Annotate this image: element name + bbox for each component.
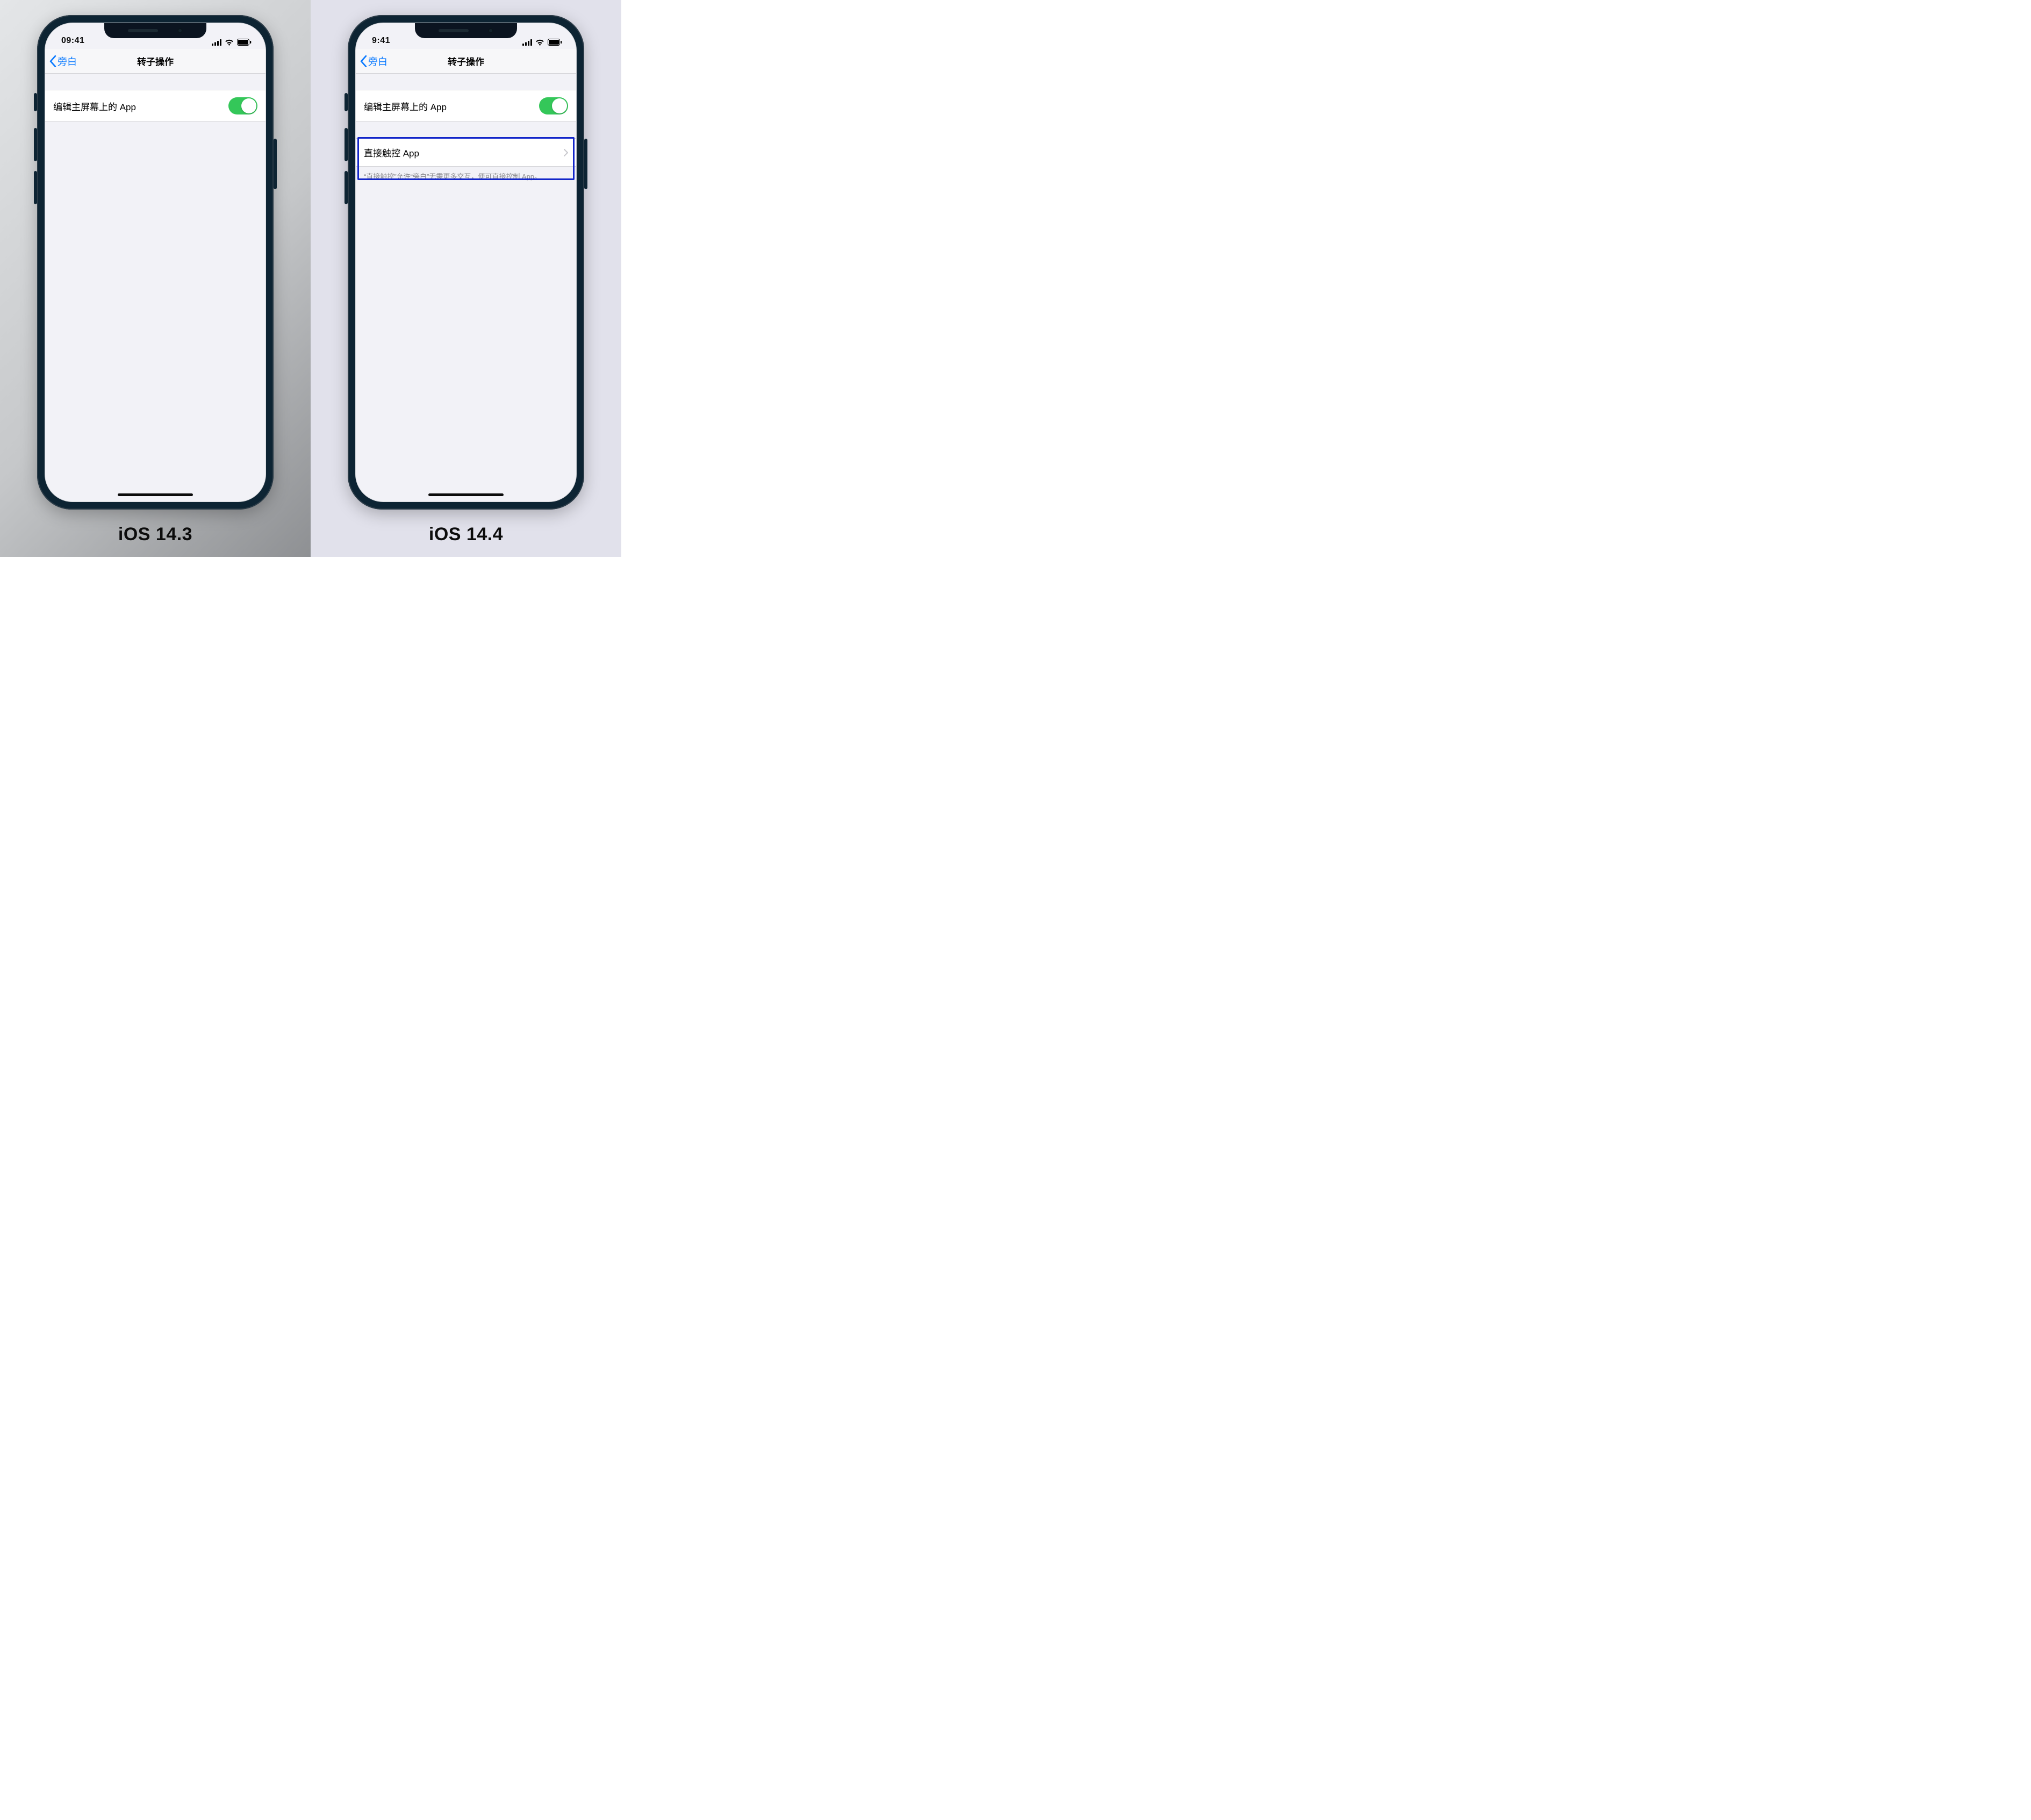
toggle-edit-home-apps[interactable] — [539, 97, 568, 114]
phone-frame: 09:41 — [37, 15, 274, 510]
panel-caption: iOS 14.3 — [0, 524, 311, 545]
nav-title: 转子操作 — [45, 54, 265, 68]
screen: 09:41 — [45, 23, 266, 502]
section-spacer — [356, 122, 576, 138]
speaker-grill — [439, 29, 469, 32]
cell-edit-home-apps[interactable]: 编辑主屏幕上的 App — [45, 90, 265, 122]
home-indicator[interactable] — [428, 493, 504, 496]
volume-down-button — [34, 171, 37, 204]
nav-bar: 旁白 转子操作 — [45, 49, 265, 74]
cell-label: 编辑主屏幕上的 App — [364, 99, 447, 113]
battery-icon — [548, 39, 562, 46]
cell-edit-home-apps[interactable]: 编辑主屏幕上的 App — [356, 90, 576, 122]
nav-title: 转子操作 — [356, 54, 576, 68]
speaker-grill — [128, 29, 158, 32]
panel-ios-14-3: 09:41 — [0, 0, 311, 557]
power-button — [584, 139, 587, 189]
status-time: 09:41 — [61, 36, 84, 46]
volume-up-button — [345, 128, 348, 161]
cell-label: 编辑主屏幕上的 App — [53, 99, 136, 113]
section-spacer — [356, 74, 576, 90]
screen: 9:41 — [355, 23, 577, 502]
back-label: 旁白 — [368, 54, 387, 68]
cell-label: 直接触控 App — [364, 146, 419, 159]
power-button — [274, 139, 277, 189]
nav-bar: 旁白 转子操作 — [356, 49, 576, 74]
settings-content: 编辑主屏幕上的 App 直接触控 App “直接触控”允许“旁白”无需更多交互，… — [356, 74, 576, 181]
silence-switch — [345, 93, 348, 111]
notch — [415, 23, 517, 38]
back-button[interactable]: 旁白 — [356, 54, 387, 68]
cell-direct-touch-apps[interactable]: 直接触控 App — [356, 138, 576, 167]
section-spacer — [45, 74, 265, 90]
status-icons — [212, 39, 252, 46]
home-indicator[interactable] — [118, 493, 193, 496]
cellular-icon — [522, 39, 532, 46]
back-button[interactable]: 旁白 — [45, 54, 77, 68]
cell-footer-direct-touch: “直接触控”允许“旁白”无需更多交互，便可直接控制 App。 — [356, 167, 576, 181]
back-label: 旁白 — [58, 54, 77, 68]
front-camera — [488, 28, 493, 33]
notch — [104, 23, 206, 38]
settings-content: 编辑主屏幕上的 App — [45, 74, 265, 122]
wifi-icon — [225, 39, 234, 46]
silence-switch — [34, 93, 37, 111]
chevron-left-icon — [360, 55, 367, 67]
battery-icon — [237, 39, 252, 46]
status-icons — [522, 39, 562, 46]
cellular-icon — [212, 39, 221, 46]
chevron-left-icon — [49, 55, 56, 67]
toggle-edit-home-apps[interactable] — [228, 97, 257, 114]
status-time: 9:41 — [372, 36, 390, 46]
front-camera — [177, 28, 183, 33]
panel-caption: iOS 14.4 — [311, 524, 621, 545]
volume-up-button — [34, 128, 37, 161]
phone-frame: 9:41 — [348, 15, 584, 510]
chevron-right-icon — [564, 149, 568, 156]
volume-down-button — [345, 171, 348, 204]
comparison-stage: 09:41 — [0, 0, 621, 557]
panel-ios-14-4: 9:41 — [311, 0, 621, 557]
wifi-icon — [535, 39, 544, 46]
